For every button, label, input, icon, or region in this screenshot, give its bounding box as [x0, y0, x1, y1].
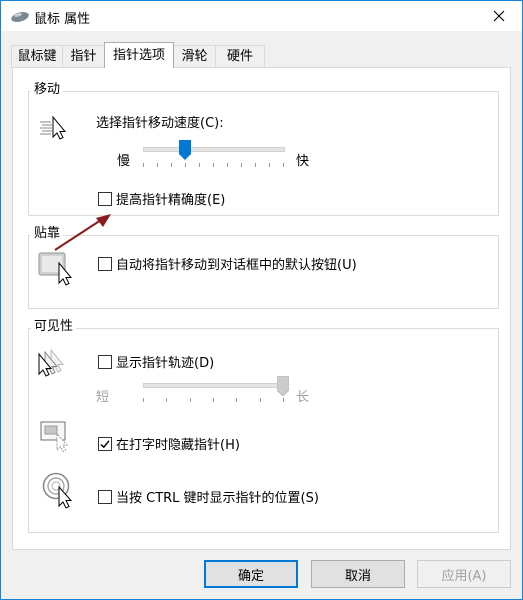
ctrl-location-checkbox[interactable] — [98, 490, 112, 504]
slider-tick — [213, 163, 214, 167]
speed-slider-thumb[interactable] — [179, 140, 191, 160]
slider-tick — [157, 163, 158, 167]
short-label: 短 — [96, 390, 110, 405]
show-pointer-location-icon — [42, 472, 73, 509]
hide-while-typing-label: 在打字时隐藏指针(H) — [116, 438, 240, 453]
apply-button[interactable]: 应用(A) — [417, 560, 511, 588]
slider-tick — [166, 398, 167, 402]
check-icon — [100, 440, 110, 449]
fast-label: 快 — [296, 154, 310, 169]
snap-label: 自动将指针移动到对话框中的默认按钮(U) — [116, 258, 357, 273]
title-bar: 鼠标 属性 — [1, 1, 522, 31]
slider-tick — [241, 163, 242, 167]
slider-tick — [236, 398, 237, 402]
pointer-trails-icon — [38, 348, 65, 377]
tab-wheel[interactable]: 滑轮 — [173, 45, 216, 68]
slider-tick — [185, 163, 186, 167]
tab-buttons[interactable]: 鼠标键 — [11, 45, 63, 68]
window-title: 鼠标 属性 — [34, 12, 91, 27]
speed-label: 选择指针移动速度(C): — [96, 116, 224, 131]
slider-tick — [227, 163, 228, 167]
motion-group-label: 移动 — [31, 82, 64, 98]
pointer-options-panel: 移动 选择指针移动速度(C): 慢 快 提高指针精确度(E) 贴靠 自动将指针移… — [12, 67, 511, 550]
hide-while-typing-checkbox[interactable] — [98, 437, 112, 451]
close-button[interactable] — [476, 1, 522, 31]
speed-slider-ticks — [143, 163, 285, 169]
pointer-speed-icon — [40, 115, 67, 140]
tab-pointer-options[interactable]: 指针选项 — [104, 42, 174, 68]
trails-label: 显示指针轨迹(D) — [116, 356, 215, 371]
trail-length-slider-ticks — [143, 398, 285, 404]
trail-length-slider-track[interactable] — [143, 383, 285, 388]
slider-tick — [171, 163, 172, 167]
ok-button[interactable]: 确定 — [204, 560, 298, 588]
visibility-group-label: 可见性 — [31, 319, 77, 335]
snap-checkbox[interactable] — [98, 257, 112, 271]
slow-label: 慢 — [117, 154, 131, 169]
speed-slider-track[interactable] — [143, 147, 285, 152]
slider-tick — [143, 398, 144, 402]
slider-tick — [255, 163, 256, 167]
hide-pointer-typing-icon — [40, 421, 69, 453]
mouse-properties-window: 鼠标 属性 鼠标键 指针 指针选项 滑轮 硬件 移动 选择指针移动速度(C): … — [0, 0, 523, 600]
slider-tick — [269, 163, 270, 167]
tab-pointers[interactable]: 指针 — [62, 45, 105, 68]
trail-length-slider-thumb[interactable] — [277, 376, 289, 396]
cancel-button[interactable]: 取消 — [311, 560, 405, 588]
snap-to-button-icon — [38, 252, 73, 286]
precision-label: 提高指针精确度(E) — [116, 193, 226, 208]
slider-tick — [199, 163, 200, 167]
slider-tick — [283, 163, 284, 167]
slider-tick — [213, 398, 214, 402]
long-label: 长 — [296, 390, 310, 405]
ctrl-location-label: 当按 CTRL 键时显示指针的位置(S) — [116, 491, 319, 506]
trails-checkbox[interactable] — [98, 355, 112, 369]
mouse-app-icon — [11, 12, 29, 22]
tab-strip: 鼠标键 指针 指针选项 滑轮 硬件 — [1, 42, 522, 68]
slider-tick — [260, 398, 261, 402]
slider-tick — [190, 398, 191, 402]
annotation-arrow-icon — [54, 214, 111, 251]
precision-checkbox[interactable] — [98, 192, 112, 206]
tab-hardware[interactable]: 硬件 — [215, 45, 265, 68]
slider-tick — [143, 163, 144, 167]
slider-tick — [283, 398, 284, 402]
close-icon — [493, 10, 505, 22]
